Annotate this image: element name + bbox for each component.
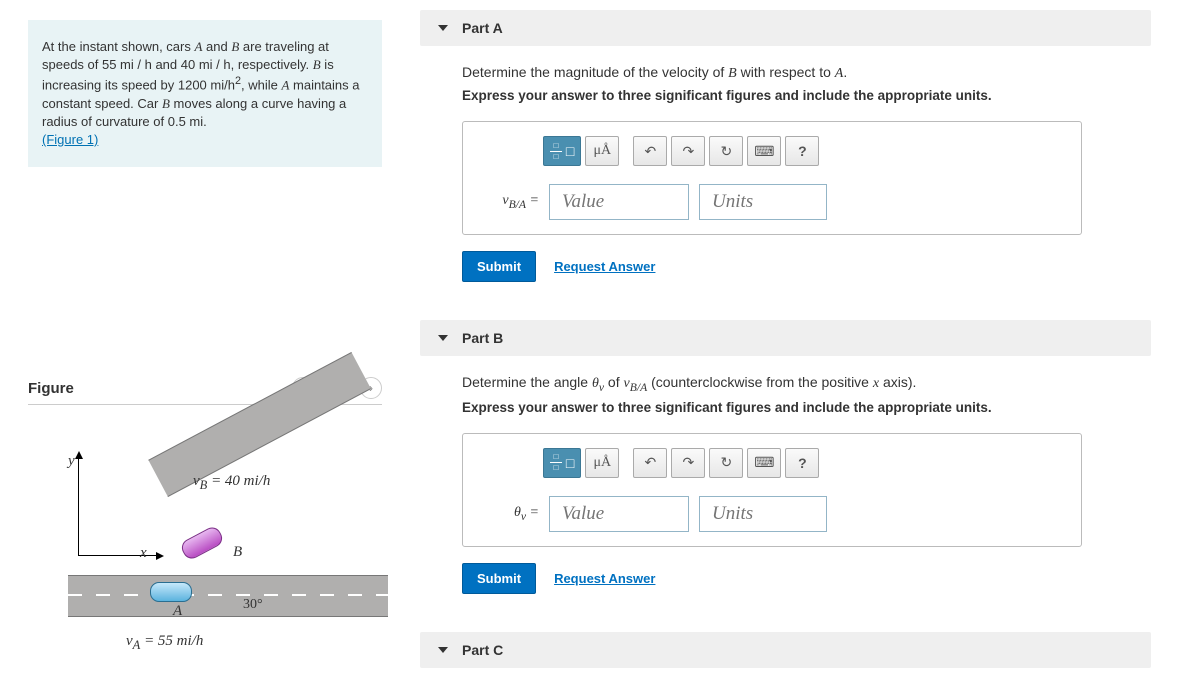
- toolbar: □□ □ μÅ ↶ ↷ ↻ ⌨ ?: [543, 448, 1065, 478]
- part-a: Part A Determine the magnitude of the ve…: [420, 10, 1151, 300]
- part-b-variable-label: θv =: [489, 505, 539, 523]
- part-a-units-input[interactable]: [699, 184, 827, 220]
- part-b-request-answer-link[interactable]: Request Answer: [554, 571, 655, 586]
- point-a-label: A: [173, 603, 182, 620]
- part-b: Part B Determine the angle θv of vB/A (c…: [420, 320, 1151, 612]
- special-chars-button[interactable]: μÅ: [585, 136, 619, 166]
- help-button[interactable]: ?: [785, 448, 819, 478]
- toolbar: □□ □ μÅ ↶ ↷ ↻ ⌨ ?: [543, 136, 1065, 166]
- keyboard-button[interactable]: ⌨: [747, 136, 781, 166]
- figure-link[interactable]: (Figure 1): [42, 132, 98, 147]
- point-b-label: B: [233, 544, 242, 561]
- special-chars-button[interactable]: μÅ: [585, 448, 619, 478]
- reset-button[interactable]: ↻: [709, 136, 743, 166]
- part-b-header[interactable]: Part B: [420, 320, 1151, 356]
- part-a-prompt: Determine the magnitude of the velocity …: [462, 64, 1109, 82]
- part-a-value-input[interactable]: [549, 184, 689, 220]
- undo-button[interactable]: ↶: [633, 136, 667, 166]
- part-b-title: Part B: [462, 330, 503, 346]
- car-a-icon: [150, 582, 192, 602]
- car-b-icon: [179, 525, 225, 562]
- template-button[interactable]: □□ □: [543, 136, 581, 166]
- x-axis-label: x: [140, 545, 147, 562]
- figure-diagram: y x vB = 40 mi/h vA = 55 mi/h 30° B A: [28, 445, 382, 655]
- y-axis-label: y: [68, 453, 75, 470]
- problem-statement: At the instant shown, cars A and B are t…: [28, 20, 382, 167]
- caret-down-icon: [438, 25, 448, 31]
- part-a-submit-button[interactable]: Submit: [462, 251, 536, 282]
- part-a-instruction: Express your answer to three significant…: [462, 88, 1109, 103]
- part-c-title: Part C: [462, 642, 503, 658]
- vb-label: vB = 40 mi/h: [193, 473, 270, 493]
- part-b-prompt: Determine the angle θv of vB/A (counterc…: [462, 374, 1109, 394]
- part-b-units-input[interactable]: [699, 496, 827, 532]
- va-label: vA = 55 mi/h: [126, 633, 203, 653]
- caret-down-icon: [438, 647, 448, 653]
- part-b-value-input[interactable]: [549, 496, 689, 532]
- part-a-title: Part A: [462, 20, 503, 36]
- angle-label: 30°: [243, 597, 263, 613]
- template-button[interactable]: □□ □: [543, 448, 581, 478]
- redo-button[interactable]: ↷: [671, 448, 705, 478]
- caret-down-icon: [438, 335, 448, 341]
- part-a-answer-box: □□ □ μÅ ↶ ↷ ↻ ⌨ ? vB/A =: [462, 121, 1082, 235]
- part-c-header[interactable]: Part C: [420, 632, 1151, 668]
- problem-text: At the instant shown, cars: [42, 39, 194, 54]
- part-a-header[interactable]: Part A: [420, 10, 1151, 46]
- part-b-submit-button[interactable]: Submit: [462, 563, 536, 594]
- figure-title: Figure: [28, 380, 74, 397]
- part-b-instruction: Express your answer to three significant…: [462, 400, 1109, 415]
- part-c: Part C: [420, 632, 1151, 668]
- redo-button[interactable]: ↷: [671, 136, 705, 166]
- keyboard-button[interactable]: ⌨: [747, 448, 781, 478]
- part-b-answer-box: □□ □ μÅ ↶ ↷ ↻ ⌨ ? θv =: [462, 433, 1082, 547]
- part-a-variable-label: vB/A =: [489, 193, 539, 211]
- help-button[interactable]: ?: [785, 136, 819, 166]
- part-a-request-answer-link[interactable]: Request Answer: [554, 259, 655, 274]
- reset-button[interactable]: ↻: [709, 448, 743, 478]
- undo-button[interactable]: ↶: [633, 448, 667, 478]
